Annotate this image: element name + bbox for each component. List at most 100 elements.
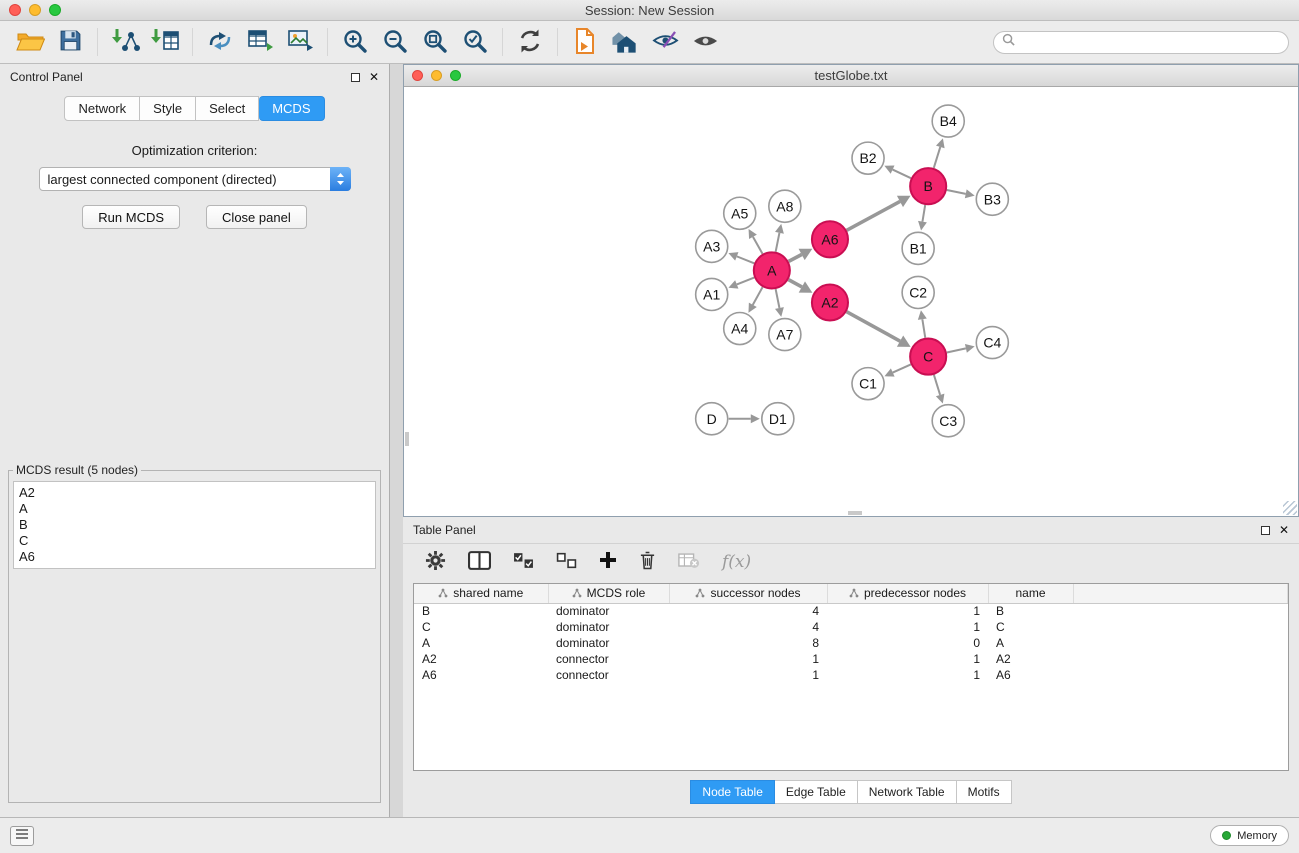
close-panel-icon[interactable]: ✕ (369, 71, 379, 83)
network-window-titlebar[interactable]: testGlobe.txt (404, 65, 1298, 87)
show-columns-button[interactable] (468, 551, 491, 573)
home-button[interactable] (605, 24, 645, 60)
graph-node[interactable]: A (754, 252, 790, 288)
tab-style[interactable]: Style (140, 96, 196, 121)
graph-edge[interactable] (847, 312, 901, 341)
tab-motifs[interactable]: Motifs (957, 780, 1012, 804)
graph-edge[interactable] (934, 375, 940, 395)
deselect-all-button[interactable] (556, 552, 577, 572)
search-input[interactable] (1020, 35, 1280, 49)
export-network-button[interactable] (200, 24, 240, 60)
graph-node[interactable]: C1 (852, 368, 884, 400)
table-row[interactable]: A6connector 11 A6 (414, 667, 1288, 683)
graph-edge[interactable] (947, 190, 966, 194)
column-header-predecessor-nodes[interactable]: predecessor nodes (827, 584, 988, 603)
select-all-button[interactable] (513, 552, 534, 572)
graph-node[interactable]: A6 (812, 221, 848, 257)
tab-mcds[interactable]: MCDS (259, 96, 324, 121)
graph-node[interactable]: D (696, 403, 728, 435)
zoom-selected-button[interactable] (455, 24, 495, 60)
export-table-button[interactable] (240, 24, 280, 60)
graph-edge[interactable] (737, 278, 754, 285)
memory-button[interactable]: Memory (1210, 825, 1289, 846)
table-settings-button[interactable] (425, 550, 446, 574)
graph-edge[interactable] (922, 205, 925, 222)
delete-column-button[interactable] (639, 550, 656, 574)
graph-edge[interactable] (893, 364, 911, 372)
delete-table-button[interactable] (678, 552, 700, 572)
graph-node[interactable]: A2 (812, 284, 848, 320)
graph-node[interactable]: B4 (932, 105, 964, 137)
column-header-mcds-role[interactable]: MCDS role (548, 584, 669, 603)
float-table-panel-icon[interactable] (1261, 526, 1270, 535)
graph-edge[interactable] (753, 237, 763, 254)
show-details-button[interactable] (685, 24, 725, 60)
graph-node[interactable]: C3 (932, 405, 964, 437)
graph-edge[interactable] (788, 280, 801, 287)
graph-node[interactable]: B1 (902, 232, 934, 264)
graph-node[interactable]: A3 (696, 230, 728, 262)
vertical-scroll-indicator[interactable] (405, 432, 409, 446)
graph-node[interactable]: A5 (724, 197, 756, 229)
result-item[interactable]: A (19, 501, 370, 517)
horizontal-scroll-indicator[interactable] (848, 511, 862, 515)
import-table-button[interactable] (145, 24, 185, 60)
graph-node[interactable]: A7 (769, 319, 801, 351)
result-item[interactable]: C (19, 533, 370, 549)
zoom-fit-button[interactable] (415, 24, 455, 60)
task-history-button[interactable] (10, 826, 34, 846)
save-button[interactable] (50, 24, 90, 60)
column-header-successor-nodes[interactable]: successor nodes (669, 584, 827, 603)
mcds-result-list[interactable]: A2 A B C A6 (13, 481, 376, 569)
graph-node[interactable]: C2 (902, 276, 934, 308)
refresh-button[interactable] (510, 24, 550, 60)
tab-node-table[interactable]: Node Table (690, 780, 775, 804)
graph-node[interactable]: C (910, 339, 946, 375)
tab-edge-table[interactable]: Edge Table (775, 780, 858, 804)
table-row[interactable]: Bdominator 41 B (414, 603, 1288, 619)
graph-edge[interactable] (737, 256, 754, 263)
graph-node[interactable]: B3 (976, 183, 1008, 215)
tab-network[interactable]: Network (64, 96, 140, 121)
graph-edge[interactable] (776, 289, 780, 308)
import-network-button[interactable] (105, 24, 145, 60)
network-canvas-area[interactable]: B4B2BB3A5A8A6B1A3AC2A1A2A4A7C4CC1C3DD1 (404, 87, 1298, 516)
graph-node[interactable]: B2 (852, 142, 884, 174)
tab-network-table[interactable]: Network Table (858, 780, 957, 804)
function-builder-button[interactable]: f(x) (722, 552, 751, 572)
table-row[interactable]: A2connector 11 A2 (414, 651, 1288, 667)
graph-edge[interactable] (789, 254, 802, 261)
graph-node[interactable]: A4 (724, 313, 756, 345)
graph-node[interactable]: C4 (976, 327, 1008, 359)
run-mcds-button[interactable]: Run MCDS (82, 205, 180, 229)
graph-edge[interactable] (893, 170, 911, 179)
column-header-shared-name[interactable]: shared name (414, 584, 548, 603)
zoom-out-button[interactable] (375, 24, 415, 60)
table-row[interactable]: Cdominator 41 C (414, 619, 1288, 635)
resize-grip-icon[interactable] (1283, 501, 1297, 515)
graph-edge[interactable] (934, 147, 941, 168)
result-item[interactable]: A2 (19, 485, 370, 501)
hide-details-button[interactable] (645, 24, 685, 60)
graph-edge[interactable] (776, 233, 780, 252)
add-column-button[interactable] (599, 551, 617, 572)
graph-node[interactable]: B (910, 168, 946, 204)
graph-node[interactable]: A8 (769, 190, 801, 222)
result-item[interactable]: B (19, 517, 370, 533)
close-panel-button[interactable]: Close panel (206, 205, 307, 229)
close-table-panel-icon[interactable]: ✕ (1279, 524, 1289, 536)
graph-edge[interactable] (947, 348, 966, 352)
criterion-select[interactable]: largest connected component (directed) (39, 167, 351, 191)
column-header-name[interactable]: name (988, 584, 1073, 603)
float-panel-icon[interactable] (351, 73, 360, 82)
export-image-button[interactable] (280, 24, 320, 60)
open-button[interactable] (10, 24, 50, 60)
graph-edge[interactable] (922, 319, 925, 338)
result-item[interactable]: A6 (19, 549, 370, 565)
zoom-in-button[interactable] (335, 24, 375, 60)
search-field[interactable] (993, 31, 1289, 54)
graph-edge[interactable] (753, 287, 763, 305)
table-row[interactable]: Adominator 80 A (414, 635, 1288, 651)
graph-node[interactable]: D1 (762, 403, 794, 435)
network-file-button[interactable] (565, 24, 605, 60)
